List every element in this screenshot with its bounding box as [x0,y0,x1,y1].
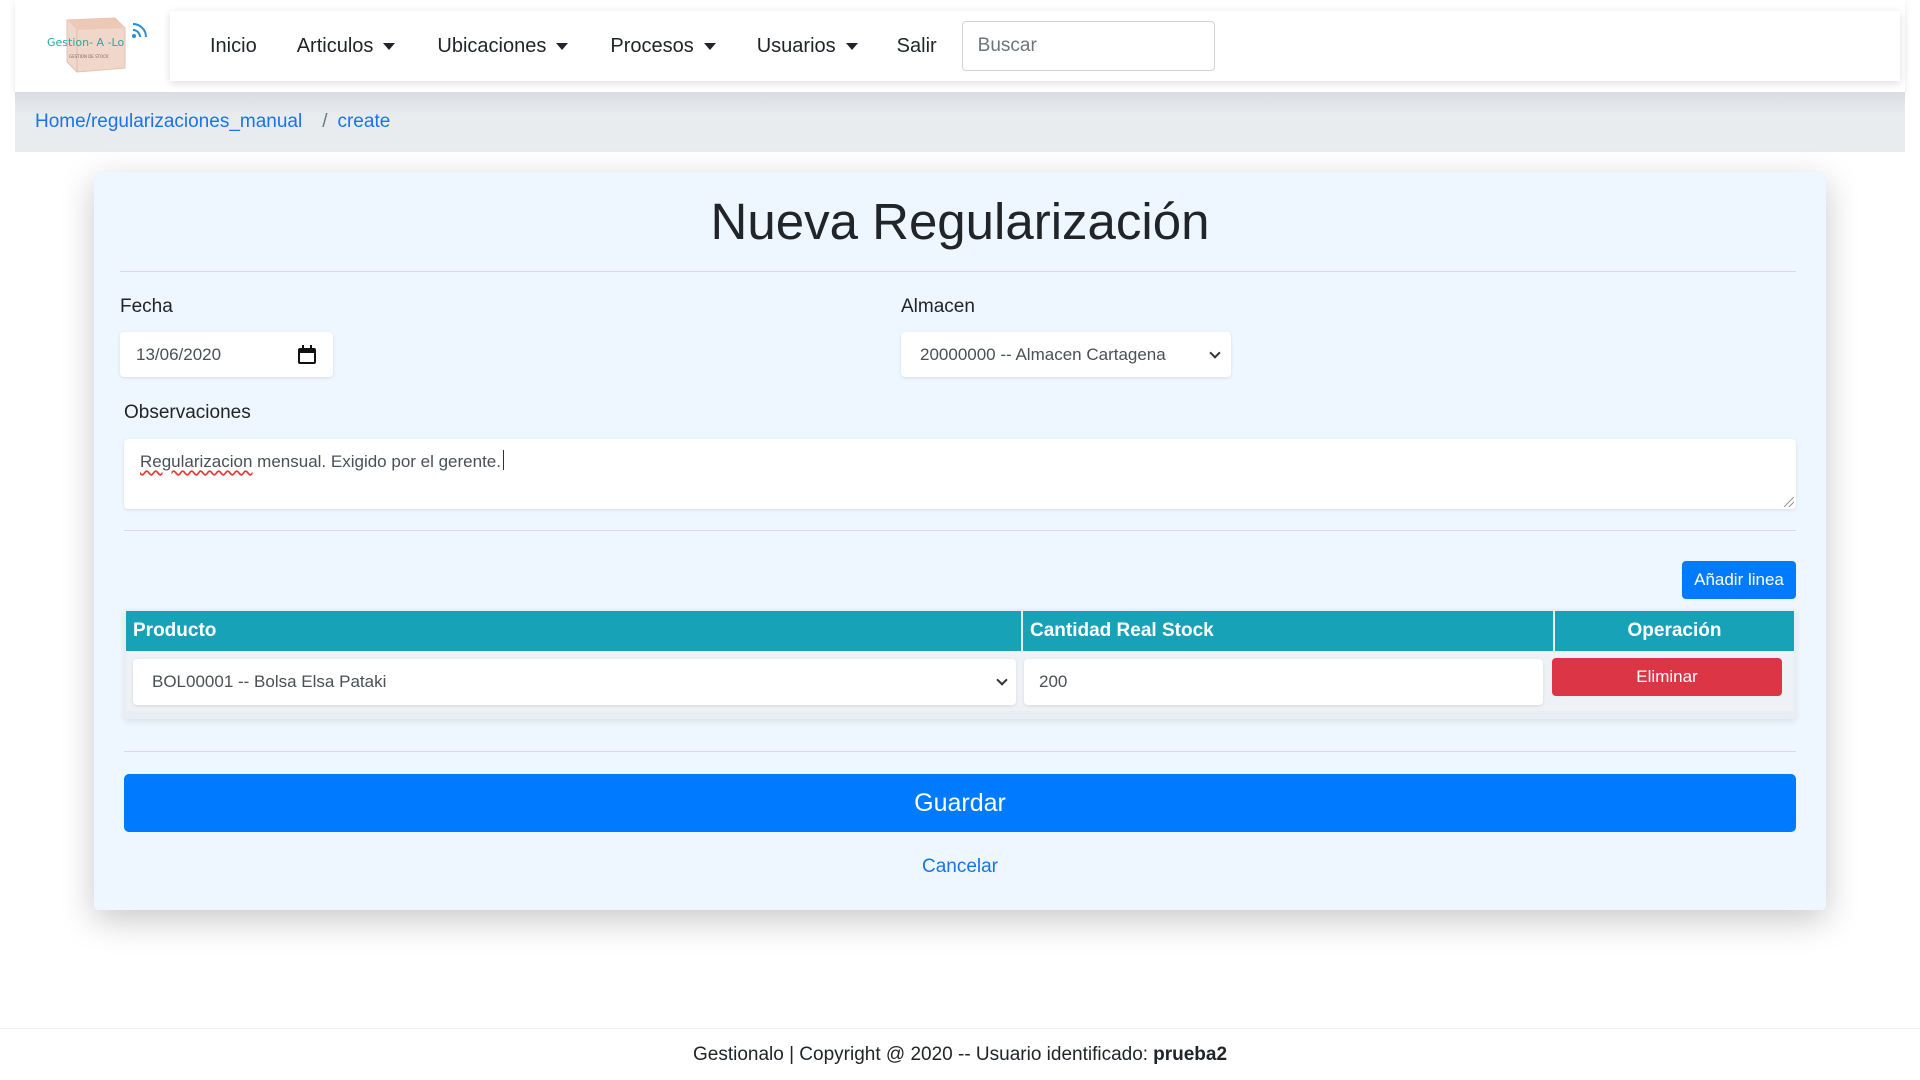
breadcrumb: Home/regularizaciones_manual / create [15,92,1905,152]
column-header-producto: Producto [126,611,1023,651]
observaciones-rest: mensual. Exigido por el gerente. [252,452,501,471]
search-input[interactable] [961,21,1215,71]
calendar-icon[interactable] [297,344,317,365]
nav-articulos-dropdown[interactable]: Articulos [297,35,396,58]
footer-username: prueba2 [1153,1043,1228,1065]
caret-down-icon [383,42,396,50]
nav-usuarios-label: Usuarios [756,34,836,57]
fecha-date-input[interactable]: 13/06/2020 [120,332,333,377]
footer: Gestionalo | Copyright @ 2020 -- Usuario… [0,1028,1920,1080]
nav-ubicaciones-dropdown[interactable]: Ubicaciones [437,34,569,58]
nav-procesos-dropdown[interactable]: Procesos [610,34,716,58]
table-divider [124,751,1796,752]
observaciones-label: Observaciones [124,402,251,423]
main-navbar: Inicio Articulos Ubicaciones Procesos Us… [170,11,1900,81]
nav-ubicaciones-label: Ubicaciones [437,34,547,57]
almacen-select[interactable]: 20000000 -- Almacen Cartagena [901,332,1231,377]
regularizacion-form-card: Nueva Regularización Fecha 13/06/2020 Al… [94,172,1826,910]
svg-text:GESTION DE STOCK: GESTION DE STOCK [69,54,109,59]
fecha-label: Fecha [120,296,173,317]
nav-articulos-label: Articulos [296,34,374,57]
eliminar-button[interactable]: Eliminar [1552,658,1782,696]
resize-handle-icon[interactable] [1784,497,1794,507]
table-header: Producto Cantidad Real Stock Operación [126,611,1794,651]
observaciones-text: Regularizacion mensual. Exigido por el g… [140,450,504,472]
cantidad-input[interactable]: 200 [1024,659,1543,705]
lines-table: Producto Cantidad Real Stock Operación B… [124,609,1796,719]
footer-text: Gestionalo | Copyright @ 2020 -- Usuario… [692,1043,1149,1065]
add-line-button[interactable]: Añadir linea [1682,561,1796,599]
observaciones-textarea[interactable]: Regularizacion mensual. Exigido por el g… [124,439,1796,509]
guardar-button[interactable]: Guardar [124,774,1796,832]
nav-inicio-label: Inicio [210,34,257,57]
producto-selected-value: BOL00001 -- Bolsa Elsa Pataki [152,672,387,691]
almacen-selected-value: 20000000 -- Almacen Cartagena [920,344,1166,364]
chevron-down-icon [1209,346,1221,359]
nav-procesos-label: Procesos [610,34,694,57]
nav-inicio[interactable]: Inicio [210,35,257,58]
chevron-down-icon [996,674,1008,686]
producto-select[interactable]: BOL00001 -- Bolsa Elsa Pataki [133,659,1016,705]
caret-down-icon [845,42,858,50]
column-header-cantidad: Cantidad Real Stock [1023,611,1555,651]
text-cursor [503,450,504,470]
misspelled-word: Regularizacion [140,452,253,471]
title-divider [120,271,1796,272]
almacen-label: Almacen [901,296,975,317]
brand-logo[interactable]: Gestion- A -Lo GESTION DE STOCK [47,14,153,76]
cantidad-value: 200 [1039,672,1068,691]
page-title: Nueva Regularización [710,193,1210,250]
fecha-value: 13/06/2020 [136,344,222,364]
header: Gestion- A -Lo GESTION DE STOCK Inicio A… [15,0,1905,92]
cancelar-link[interactable]: Cancelar [94,856,1826,878]
breadcrumb-separator: / [322,111,328,132]
caret-down-icon [703,42,716,50]
caret-down-icon [556,42,569,50]
breadcrumb-current-link[interactable]: create [337,111,390,133]
observaciones-divider [124,530,1796,531]
column-header-operacion: Operación [1627,620,1722,641]
nav-salir-label: Salir [896,34,937,57]
svg-text:Gestion- A -Lo: Gestion- A -Lo [47,36,124,49]
breadcrumb-home-link[interactable]: Home/regularizaciones_manual [35,111,302,133]
nav-usuarios-dropdown[interactable]: Usuarios [757,35,858,58]
nav-salir[interactable]: Salir [897,35,937,58]
